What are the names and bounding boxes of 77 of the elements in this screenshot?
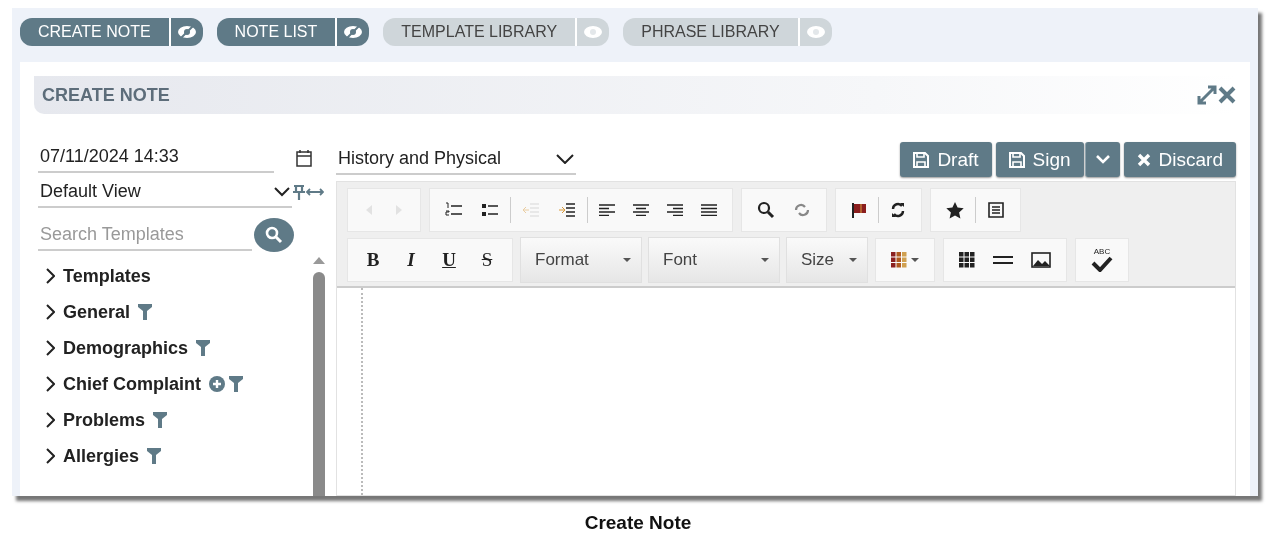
chevron-right-icon [46, 304, 55, 320]
scroll-up-icon[interactable] [313, 256, 325, 264]
search-icon [757, 201, 775, 219]
dropdown-button[interactable] [1084, 142, 1120, 177]
color-grid-icon [891, 252, 907, 268]
spellcheck-button[interactable]: ABC [1082, 245, 1122, 275]
search-field[interactable]: Search Templates [38, 219, 252, 251]
chevron-right-icon [46, 448, 55, 464]
tree-item[interactable]: Demographics [38, 330, 312, 366]
tree-item[interactable]: Problems [38, 402, 312, 438]
chevron-right-icon [46, 340, 55, 356]
search-icon [265, 226, 283, 244]
tree-item[interactable]: Templates [38, 258, 312, 294]
justify-icon [701, 204, 717, 216]
numbered-list-icon [445, 202, 463, 218]
refresh-icon [890, 202, 906, 218]
align-center-icon [633, 204, 649, 216]
tab[interactable]: TEMPLATE LIBRARY [383, 18, 610, 46]
replace-icon [793, 202, 811, 218]
chevron-right-icon [46, 268, 55, 284]
indent-icon [558, 203, 576, 217]
plus-circle-icon[interactable] [209, 376, 225, 392]
filter-icon[interactable] [229, 376, 243, 392]
tab[interactable]: NOTE LIST [216, 18, 370, 46]
filter-icon[interactable] [138, 304, 153, 320]
close-icon [1136, 152, 1151, 167]
search-button[interactable] [254, 218, 294, 252]
checkmark-icon [1091, 256, 1113, 272]
floppy-disk-icon [1008, 151, 1025, 168]
chevron-down-icon [274, 186, 290, 197]
chevron-down-icon [1095, 155, 1110, 164]
toolbar-dropdown[interactable]: Font [649, 238, 779, 282]
align-right-icon [667, 204, 683, 216]
format-button[interactable]: U [430, 245, 468, 275]
eye-slash-icon [176, 25, 197, 39]
format-button[interactable]: I [392, 245, 430, 275]
pin-icon[interactable] [292, 184, 324, 201]
floppy-disk-icon [913, 151, 930, 168]
scrollbar-thumb[interactable] [313, 272, 325, 496]
star-icon [946, 201, 964, 219]
view-select[interactable]: Default View [38, 177, 292, 208]
caption: Create Note [583, 512, 693, 533]
chevron-right-icon [46, 412, 55, 428]
format-button[interactable]: B [354, 245, 392, 275]
eye-slash-icon [343, 25, 364, 39]
calendar-icon[interactable] [296, 148, 312, 167]
panel-title: CREATE NOTE [42, 84, 170, 106]
discard-button[interactable]: Discard [1123, 142, 1236, 177]
table-icon [959, 252, 975, 268]
action-button[interactable]: Draft [900, 142, 992, 177]
image-icon [1031, 252, 1051, 268]
filter-icon[interactable] [196, 340, 211, 356]
action-button[interactable]: Sign [995, 142, 1084, 177]
horizontal-line-icon [993, 256, 1013, 264]
expand-icon[interactable] [1196, 84, 1218, 106]
filter-icon[interactable] [147, 448, 162, 464]
filter-icon[interactable] [153, 412, 168, 428]
bullet-list-icon [481, 202, 499, 218]
document-icon [987, 201, 1005, 219]
chevron-right-icon [46, 376, 55, 392]
chevron-down-icon [556, 153, 574, 164]
tab[interactable]: PHRASE LIBRARY [623, 18, 832, 46]
eye-icon [805, 25, 826, 39]
format-button[interactable]: S [468, 245, 506, 275]
outdent-icon [522, 203, 540, 217]
toolbar-dropdown[interactable]: Size [787, 238, 867, 282]
tree-item[interactable]: General [38, 294, 312, 330]
note-type-select[interactable]: History and Physical [336, 144, 576, 175]
tree-item[interactable]: Chief Complaint [38, 366, 312, 402]
tab[interactable]: CREATE NOTE [20, 18, 203, 46]
eye-icon [583, 25, 604, 39]
date-field[interactable]: 07/11/2024 14:33 [38, 142, 274, 173]
tree-item[interactable]: Allergies [38, 438, 312, 474]
flag-icon [851, 202, 867, 218]
align-left-icon [599, 204, 615, 216]
toolbar-dropdown[interactable]: Format [521, 238, 641, 282]
close-icon[interactable] [1218, 86, 1236, 104]
